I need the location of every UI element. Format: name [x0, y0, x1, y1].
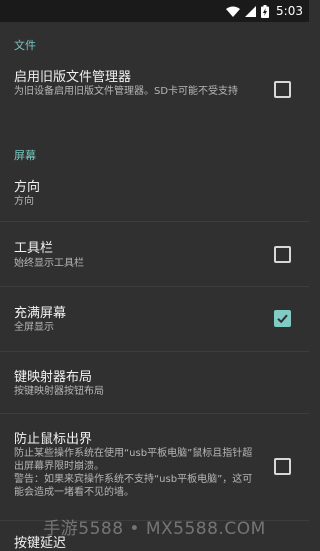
pref-summary: 按键映射器按钮布局 — [14, 386, 104, 397]
pref-title: 键映射器布局 — [14, 370, 93, 385]
signal-icon — [245, 5, 257, 17]
pref-summary: 方向 — [14, 196, 34, 207]
pref-title: 防止鼠标出界 — [14, 432, 93, 447]
check-icon — [277, 314, 288, 324]
watermark: 手游5588 • MX5588.COM — [43, 519, 266, 539]
divider — [0, 286, 309, 287]
section-header-file: 文件 — [14, 39, 36, 52]
divider — [0, 413, 309, 414]
pref-prevent-mouse-out[interactable]: 防止鼠标出界 防止某些操作系统在使用“usb平板电脑”鼠标且指针超出屏幕界限时崩… — [0, 424, 309, 520]
status-bar: 5:03 — [0, 0, 309, 22]
pref-summary: 防止某些操作系统在使用“usb平板电脑”鼠标且指针超出屏幕界限时崩溃。 警告：如… — [14, 448, 253, 498]
battery-charging-icon — [261, 4, 270, 18]
legacy-file-manager-checkbox[interactable] — [274, 81, 291, 98]
pref-summary: 全屏显示 — [14, 322, 54, 333]
status-time: 5:03 — [276, 4, 303, 18]
pref-toolbar[interactable]: 工具栏 始终显示工具栏 — [0, 232, 309, 284]
status-icons: 5:03 — [226, 0, 303, 22]
pref-title: 工具栏 — [14, 241, 54, 256]
pref-title: 方向 — [14, 180, 41, 195]
wifi-icon — [226, 6, 241, 17]
fullscreen-checkbox[interactable] — [274, 310, 291, 327]
divider — [0, 351, 309, 352]
pref-title: 充满屏幕 — [14, 306, 67, 321]
section-header-screen: 屏幕 — [14, 149, 36, 162]
pref-keymapper-layout[interactable]: 键映射器布局 按键映射器按钮布局 — [0, 362, 309, 414]
toolbar-checkbox[interactable] — [274, 246, 291, 263]
divider — [0, 221, 309, 222]
pref-legacy-file-manager[interactable]: 启用旧版文件管理器 为旧设备启用旧版文件管理器。SD卡可能不受支持 — [0, 60, 309, 120]
prevent-mouse-out-checkbox[interactable] — [274, 458, 291, 475]
pref-fullscreen[interactable]: 充满屏幕 全屏显示 — [0, 296, 309, 348]
pref-summary: 始终显示工具栏 — [14, 258, 84, 269]
pref-orientation[interactable]: 方向 方向 — [0, 172, 309, 220]
pref-summary: 为旧设备启用旧版文件管理器。SD卡可能不受支持 — [14, 86, 239, 97]
pref-title: 启用旧版文件管理器 — [14, 70, 132, 85]
